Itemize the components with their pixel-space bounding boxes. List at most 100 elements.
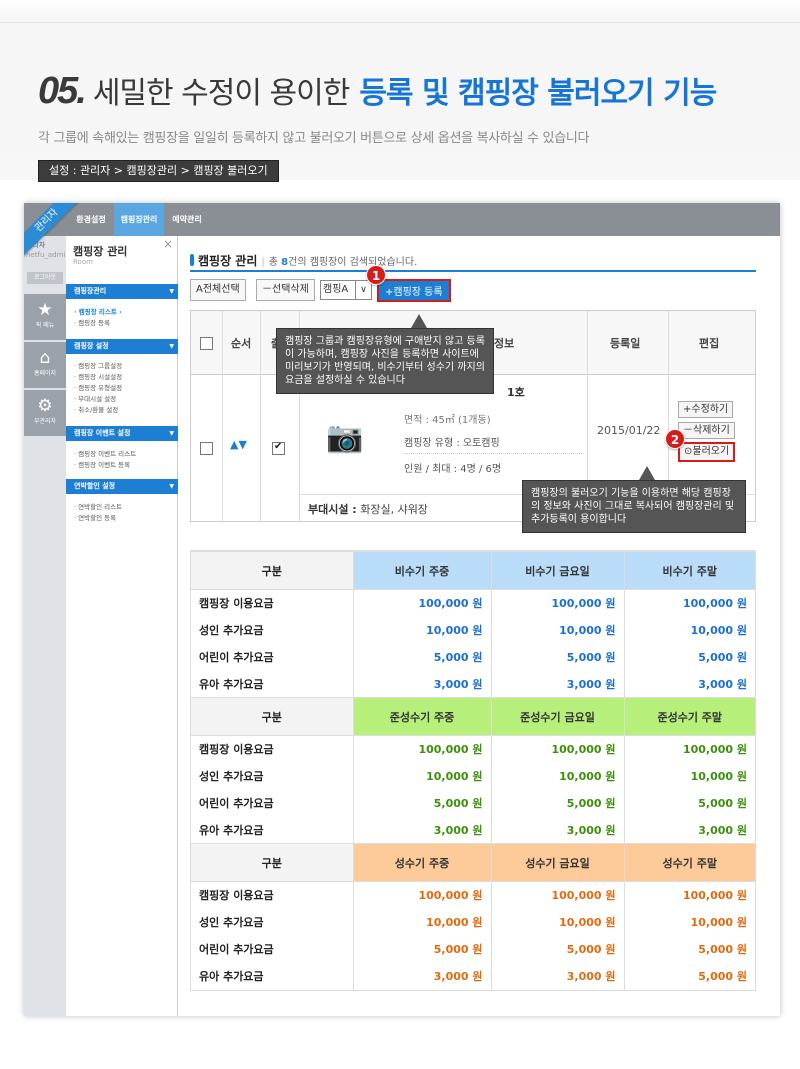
- price-value: 3,000 원: [490, 816, 624, 844]
- side-section-event[interactable]: 캠핑장 이벤트 설정 ▼: [66, 426, 178, 441]
- price-header-season: 준성수기 주중: [352, 697, 491, 736]
- price-row: 캠핑장 이용요금 100,000 원 100,000 원 100,000 원: [191, 881, 755, 909]
- star-icon: ★: [37, 300, 53, 320]
- price-row-label: 캠핑장 이용요금: [199, 597, 274, 611]
- col-date: 등록일: [610, 337, 641, 350]
- headline-blue-text: 등록 및 캠핑장 불러오기 기능: [359, 76, 717, 111]
- delete-button[interactable]: －삭제하기: [678, 422, 735, 439]
- arrow-down-icon[interactable]: ▼: [238, 438, 246, 451]
- delete-selected-button[interactable]: －선택삭제: [256, 279, 315, 301]
- price-value: 3,000 원: [490, 670, 624, 698]
- visible-checkbox[interactable]: [272, 441, 285, 455]
- room-type: 캠핑장 유형 : 오토캠핑: [404, 434, 584, 454]
- price-row: 어린이 추가요금 5,000 원 5,000 원 5,000 원: [191, 643, 755, 671]
- rail-homepage-button[interactable]: ⌂ 홈페이지: [24, 342, 66, 388]
- breadcrumb: 설정 : 관리자 > 캠핑장관리 > 캠핑장 불러오기: [38, 160, 279, 182]
- price-header-season: 성수기 주말: [623, 843, 755, 882]
- callout-badge-2: 2: [665, 429, 685, 449]
- side-section-title: 캠핑장관리: [74, 287, 107, 295]
- price-row-label: 유아 추가요금: [199, 970, 264, 983]
- headline-grey-text: 세밀한 수정이 용이한: [92, 76, 350, 111]
- tab-settings[interactable]: 환경설정: [68, 203, 114, 236]
- side-item-event-register[interactable]: · 캠핑장 이벤트 등록: [74, 459, 130, 469]
- side-subtitle: Room: [73, 258, 93, 266]
- tab-camping-manage[interactable]: 캠핑장관리: [114, 203, 164, 236]
- price-value: 100,000 원: [623, 735, 755, 763]
- rail-btn-label: 부관리자: [33, 418, 57, 425]
- facility-value: 화장실, 샤워장: [360, 503, 428, 516]
- camp-group-select[interactable]: 캠핑A ∨: [320, 280, 372, 300]
- main-panel: 캠핑장 관리 | 총 8건의 캠핑장이 검색되었습니다. A전체선택 －선택삭제 캠…: [190, 236, 756, 1016]
- price-row: 캠핑장 이용요금 100,000 원 100,000 원 100,000 원: [191, 589, 755, 617]
- header-checkbox[interactable]: [200, 337, 213, 350]
- price-header-season: 준성수기 주말: [623, 697, 755, 736]
- grid-vline: [668, 311, 669, 493]
- admin-app-screenshot: 환경설정 캠핑장관리 예약관리 관리자 netfu_admin 로그아웃 ★ 픽…: [24, 203, 780, 1016]
- price-value: 3,000 원: [623, 670, 755, 698]
- headline: 05. 세밀한 수정이 용이한 등록 및 캠핑장 불러오기 기능: [38, 68, 717, 112]
- price-value: 3,000 원: [352, 670, 491, 698]
- side-section-discount[interactable]: 연박할인 설정 ▼: [66, 479, 178, 494]
- side-section-camping[interactable]: 캠핑장관리 ▼: [66, 284, 178, 299]
- price-value: 5,000 원: [490, 643, 624, 671]
- room-name: 1호: [507, 386, 525, 399]
- select-all-button[interactable]: A전체선택: [190, 279, 246, 301]
- price-table-grid: 구분 비수기 주중 비수기 금요일 비수기 주말 캠핑장 이용요금 100,000 원 10…: [191, 551, 755, 990]
- close-icon[interactable]: ×: [163, 237, 173, 251]
- price-value: 5,000 원: [352, 643, 491, 671]
- headline-number: 05.: [38, 70, 87, 112]
- price-value: 5,000 원: [490, 935, 624, 963]
- side-item-amenity[interactable]: · 부대시설 설정: [74, 393, 116, 403]
- side-item-facility[interactable]: · 캠핑장 시설설정: [74, 371, 122, 381]
- tab-reservation[interactable]: 예약관리: [164, 203, 210, 236]
- caret-down-icon: ▼: [169, 343, 174, 350]
- price-value: 100,000 원: [490, 881, 624, 909]
- side-item-group[interactable]: · 캠핑장 그룹설정: [74, 360, 122, 370]
- side-item-camping-list[interactable]: · 캠핑장 리스트 ›: [74, 306, 122, 316]
- side-item-discount-list[interactable]: · 연박할인 리스트: [74, 501, 122, 511]
- price-row: 유아 추가요금 3,000 원 3,000 원 3,000 원: [191, 816, 755, 844]
- edit-button[interactable]: +수정하기: [678, 401, 734, 418]
- side-item-camping-register[interactable]: · 캠핑장 등록: [74, 317, 110, 327]
- side-section-title: 캠핑장 이벤트 설정: [74, 429, 131, 437]
- price-value: 3,000 원: [352, 962, 491, 990]
- price-row-label: 어린이 추가요금: [199, 797, 274, 810]
- price-row: 성인 추가요금 10,000 원 10,000 원 10,000 원: [191, 762, 755, 790]
- side-item-type[interactable]: · 캠핑장 유형설정: [74, 382, 122, 392]
- rail-sub-admin-button[interactable]: ⚙ 부관리자: [24, 390, 66, 436]
- rail-pick-menu-button[interactable]: ★ 픽 메뉴: [24, 294, 66, 340]
- logout-button[interactable]: 로그아웃: [27, 272, 63, 284]
- room-area: 면적 : 45㎡ (1개동): [404, 415, 491, 426]
- price-value: 5,000 원: [623, 789, 755, 817]
- price-value: 5,000 원: [623, 643, 755, 671]
- rail-btn-label: 홈페이지: [33, 370, 57, 377]
- price-value: 10,000 원: [352, 908, 491, 936]
- price-header-label: 구분: [191, 697, 353, 736]
- row-checkbox[interactable]: [200, 442, 213, 455]
- side-section-settings[interactable]: 캠핑장 설정 ▼: [66, 339, 178, 354]
- side-item-event-list[interactable]: · 캠핑장 이벤트 리스트: [74, 448, 136, 458]
- top-nav: 환경설정 캠핑장관리 예약관리: [24, 203, 780, 236]
- price-header-label: 구분: [191, 551, 353, 590]
- price-header-label: 구분: [191, 843, 353, 882]
- camping-register-button[interactable]: +캠핑장 등록: [377, 279, 451, 302]
- price-header-season: 비수기 주말: [623, 551, 755, 590]
- side-item-refund[interactable]: · 취소/환불 설정: [74, 404, 118, 414]
- price-value: 100,000 원: [352, 589, 491, 617]
- load-button[interactable]: ⊙불러오기: [678, 442, 736, 462]
- price-row-label: 유아 추가요금: [199, 677, 264, 691]
- price-header-season: 준성수기 금요일: [490, 697, 624, 736]
- price-row: 유아 추가요금 3,000 원 3,000 원 3,000 원: [191, 670, 755, 698]
- price-value: 10,000 원: [352, 762, 491, 790]
- price-value: 5,000 원: [623, 962, 755, 990]
- sort-arrows[interactable]: ▲▼: [230, 438, 247, 451]
- price-value: 5,000 원: [490, 789, 624, 817]
- subline: 각 그룹에 속해있는 캠핑장을 일일히 등록하지 않고 불러오기 버튼으로 상세…: [38, 131, 590, 146]
- price-value: 10,000 원: [490, 908, 624, 936]
- caret-down-icon: ▼: [169, 430, 174, 437]
- price-header-season: 성수기 주중: [352, 843, 491, 882]
- user-gear-icon: ⚙: [37, 396, 53, 416]
- result-suffix: 건의 캠핑장이 검색되었습니다.: [288, 257, 418, 268]
- side-item-discount-register[interactable]: · 연박할인 등록: [74, 512, 116, 522]
- price-row-label: 성인 추가요금: [199, 624, 264, 637]
